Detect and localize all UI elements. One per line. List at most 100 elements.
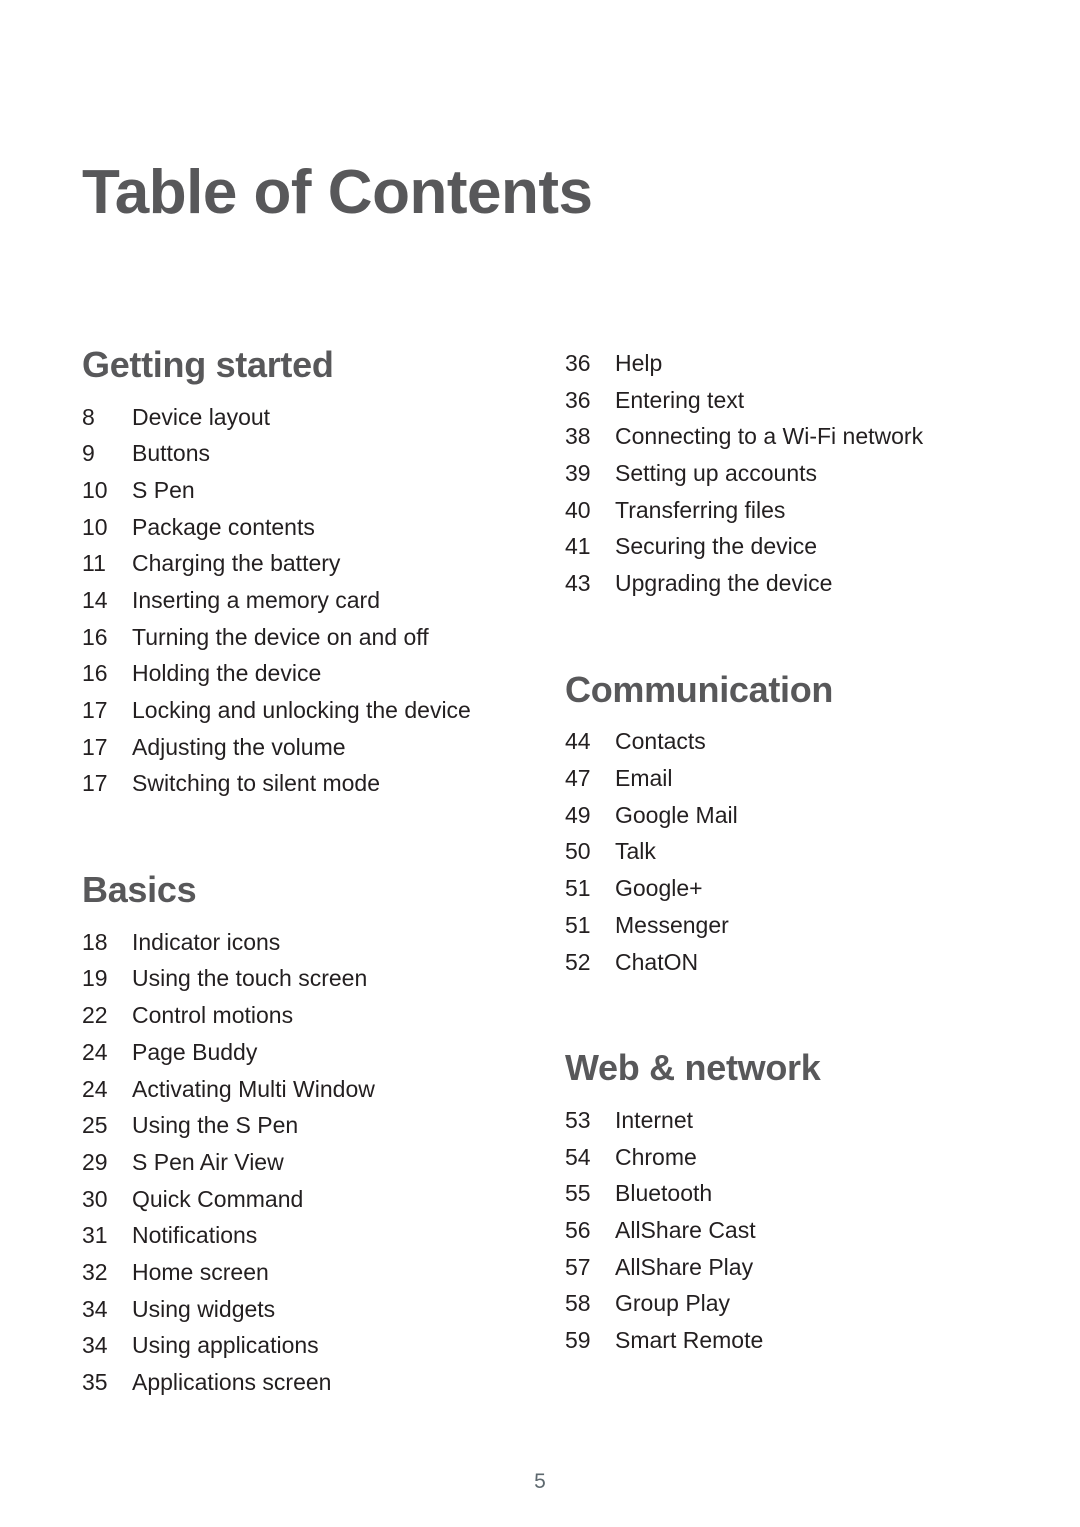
- toc-entry[interactable]: 49 Google Mail: [565, 797, 995, 834]
- toc-entry-page-number: 56: [565, 1216, 591, 1243]
- toc-entry-page-number: 34: [82, 1295, 108, 1322]
- toc-entry[interactable]: 36 Help: [565, 345, 995, 382]
- toc-entry-page-number: 40: [565, 496, 591, 523]
- toc-entry[interactable]: 57 AllShare Play: [565, 1249, 995, 1286]
- toc-entry-label: Group Play: [615, 1290, 731, 1317]
- section-heading: Getting started: [82, 344, 334, 385]
- toc-entry[interactable]: 53 Internet: [565, 1102, 995, 1139]
- toc-entry-page-number: 29: [82, 1148, 108, 1175]
- toc-section: Getting started 8 Device layout 9 Buttons 10 S…: [82, 345, 512, 802]
- toc-entry-page-number: 19: [82, 965, 108, 992]
- toc-entry[interactable]: 24 Page Buddy: [82, 1034, 512, 1071]
- toc-entry[interactable]: 10 S Pen: [82, 472, 512, 509]
- toc-entry[interactable]: 56 AllShare Cast: [565, 1212, 995, 1249]
- toc-entry-label: Activating Multi Window: [132, 1075, 375, 1102]
- toc-entry-page-number: 24: [82, 1075, 108, 1102]
- toc-entry-page-number: 50: [565, 838, 591, 865]
- toc-entry[interactable]: 29 S Pen Air View: [82, 1144, 512, 1181]
- toc-entry-label: Notifications: [132, 1222, 258, 1249]
- toc-entry-page-number: 54: [565, 1143, 591, 1170]
- toc-entry-label: Google+: [615, 875, 703, 902]
- toc-entry[interactable]: 59 Smart Remote: [565, 1322, 995, 1359]
- toc-entry[interactable]: 39 Setting up accounts: [565, 455, 995, 492]
- toc-entry-label: AllShare Cast: [615, 1216, 756, 1243]
- toc-entry[interactable]: 34 Using applications: [82, 1327, 512, 1364]
- toc-entry[interactable]: 55 Bluetooth: [565, 1175, 995, 1212]
- toc-entry-label: Charging the battery: [132, 550, 341, 577]
- toc-entry-page-number: 14: [82, 587, 108, 614]
- toc-entry-page-number: 30: [82, 1185, 108, 1212]
- toc-entry-page-number: 57: [565, 1253, 591, 1280]
- toc-entry-label: Talk: [615, 838, 656, 865]
- toc-entry[interactable]: 18 Indicator icons: [82, 924, 512, 961]
- toc-entry[interactable]: 25 Using the S Pen: [82, 1107, 512, 1144]
- toc-entry[interactable]: 51 Google+: [565, 870, 995, 907]
- toc-entry[interactable]: 19 Using the touch screen: [82, 960, 512, 997]
- toc-entry-page-number: 9: [82, 440, 95, 467]
- section-heading: Communication: [565, 668, 834, 710]
- toc-entry[interactable]: 16 Turning the device on and off: [82, 619, 512, 656]
- toc-entry[interactable]: 38 Connecting to a Wi-Fi network: [565, 418, 995, 455]
- toc-entry-label: Bluetooth: [615, 1180, 713, 1207]
- toc-entry[interactable]: 44 Contacts: [565, 723, 995, 760]
- toc-entry[interactable]: 14 Inserting a memory card: [82, 582, 512, 619]
- page-folio-number: 5: [534, 1470, 546, 1493]
- toc-list: 18 Indicator icons 19 Using the touch scree…: [82, 924, 512, 1401]
- toc-entry-label: Quick Command: [132, 1185, 304, 1212]
- toc-entry[interactable]: 9 Buttons: [82, 435, 512, 472]
- toc-entry[interactable]: 41 Securing the device: [565, 528, 995, 565]
- toc-entry[interactable]: 58 Group Play: [565, 1285, 995, 1322]
- toc-section: Communication 44 Contacts 47 Email 49 Google M…: [565, 670, 995, 980]
- toc-entry-page-number: 36: [565, 350, 591, 376]
- toc-entry-label: Adjusting the volume: [132, 733, 346, 760]
- toc-entry-label: Contacts: [615, 728, 706, 755]
- toc-entry-page-number: 59: [565, 1326, 591, 1353]
- toc-entry-page-number: 53: [565, 1106, 591, 1133]
- toc-entry[interactable]: 17 Adjusting the volume: [82, 729, 512, 766]
- toc-entry[interactable]: 51 Messenger: [565, 907, 995, 944]
- toc-entry[interactable]: 36 Entering text: [565, 382, 995, 419]
- toc-entry-label: Page Buddy: [132, 1038, 258, 1065]
- toc-entry-label: AllShare Play: [615, 1253, 754, 1280]
- toc-entry[interactable]: 10 Package contents: [82, 509, 512, 546]
- toc-entry-label: Entering text: [615, 386, 745, 413]
- toc-entry[interactable]: 50 Talk: [565, 833, 995, 870]
- toc-entry[interactable]: 54 Chrome: [565, 1139, 995, 1176]
- toc-entry[interactable]: 43 Upgrading the device: [565, 565, 995, 602]
- toc-entry-label: Connecting to a Wi-Fi network: [615, 423, 924, 450]
- toc-entry[interactable]: 35 Applications screen: [82, 1364, 512, 1401]
- toc-entry[interactable]: 24 Activating Multi Window: [82, 1071, 512, 1108]
- toc-entry[interactable]: 30 Quick Command: [82, 1181, 512, 1218]
- toc-entry[interactable]: 47 Email: [565, 760, 995, 797]
- toc-entry[interactable]: 11 Charging the battery: [82, 545, 512, 582]
- toc-entry[interactable]: 17 Switching to silent mode: [82, 765, 512, 802]
- toc-entry[interactable]: 34 Using widgets: [82, 1291, 512, 1328]
- toc-entry-page-number: 8: [82, 403, 95, 430]
- toc-entry-page-number: 51: [565, 911, 591, 938]
- section-heading: Basics: [82, 869, 197, 911]
- toc-entry-label: Package contents: [132, 513, 315, 540]
- toc-entry-label: Using the touch screen: [132, 965, 368, 992]
- toc-entry[interactable]: 52 ChatON: [565, 944, 995, 981]
- toc-entry-page-number: 38: [565, 423, 591, 450]
- toc-entry[interactable]: 40 Transferring files: [565, 492, 995, 529]
- toc-entry[interactable]: 16 Holding the device: [82, 655, 512, 692]
- toc-section: Web & network 53 Internet 54 Chrome 55 Bluetoo…: [565, 1048, 995, 1358]
- toc-entry-page-number: 16: [82, 623, 108, 650]
- toc-entry-label: Turning the device on and off: [132, 623, 429, 650]
- toc-entry-label: Messenger: [615, 911, 729, 938]
- page-title: Table of Contents: [82, 157, 593, 227]
- toc-entry-page-number: 11: [82, 550, 106, 577]
- toc-entry[interactable]: 22 Control motions: [82, 997, 512, 1034]
- toc-entry-label: Securing the device: [615, 533, 818, 560]
- toc-entry-page-number: 47: [565, 765, 591, 792]
- toc-list: 36 Help 36 Entering text 38 Connecting to a W…: [565, 345, 995, 602]
- toc-section: Basics 18 Indicator icons 19 Using the touch…: [82, 870, 512, 1401]
- toc-entry[interactable]: 32 Home screen: [82, 1254, 512, 1291]
- toc-entry-label: S Pen Air View: [132, 1148, 284, 1175]
- toc-entry[interactable]: 17 Locking and unlocking the device: [82, 692, 512, 729]
- toc-entry-label: Internet: [615, 1106, 693, 1133]
- toc-entry[interactable]: 8 Device layout: [82, 399, 512, 436]
- toc-entry-page-number: 17: [82, 697, 108, 724]
- toc-entry[interactable]: 31 Notifications: [82, 1217, 512, 1254]
